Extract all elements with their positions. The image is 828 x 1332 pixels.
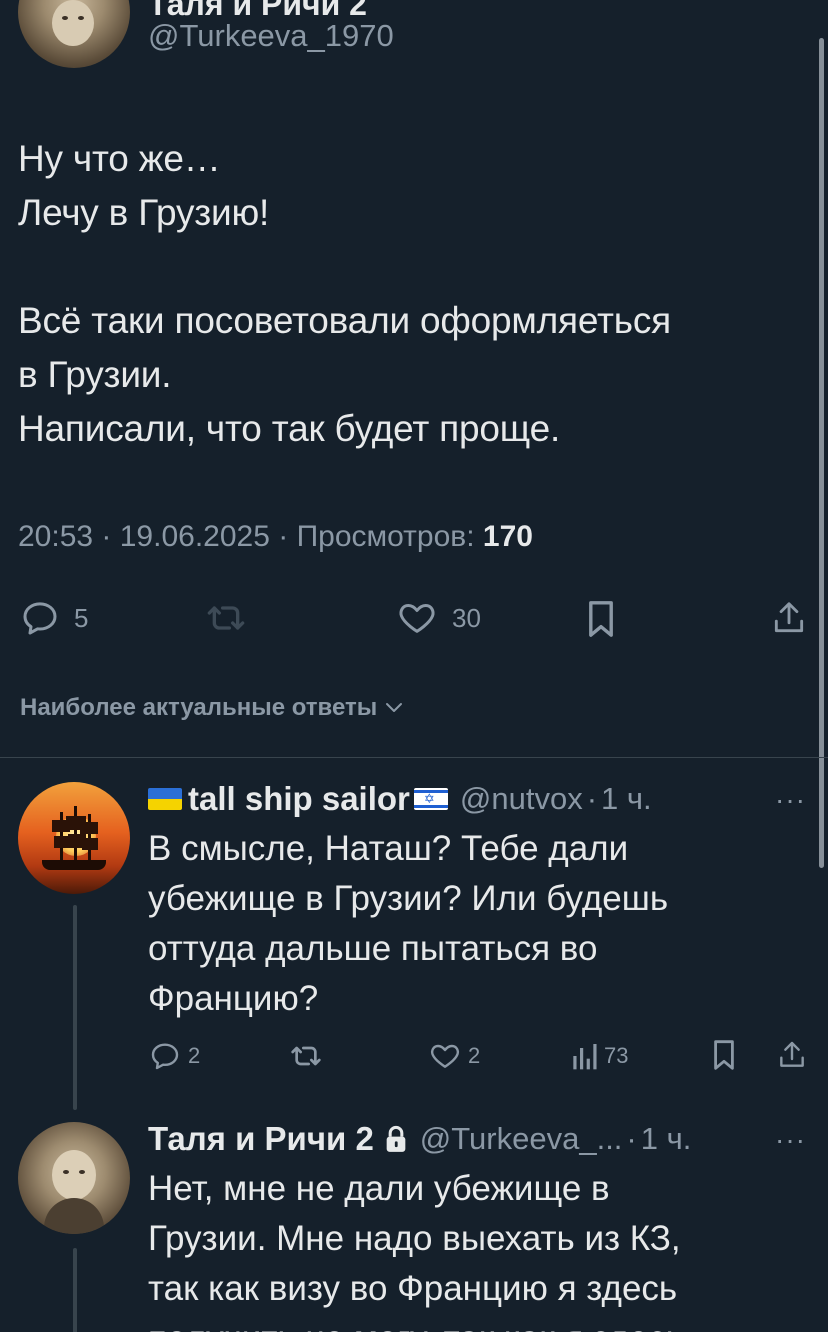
- reply-text-line: В смысле, Наташ? Тебе дали: [148, 829, 629, 868]
- reply-author-name[interactable]: Таля и Ричи 2: [148, 1120, 374, 1158]
- reply-author-handle[interactable]: @nutvox: [460, 781, 583, 817]
- tweet-thread-page: Таля и Ричи 2 @Turkeeva_1970 Ну что же… …: [0, 0, 828, 1332]
- reply-header: tall ship sailor ✡ @nutvox · 1 ч.: [148, 780, 652, 818]
- tweet-text-line: Всё таки посоветовали оформляеться: [18, 300, 671, 341]
- share-icon: [774, 602, 804, 633]
- thread-line: [73, 1248, 77, 1332]
- ukraine-flag-icon: [148, 788, 182, 810]
- more-options-button[interactable]: ···: [775, 784, 806, 816]
- more-options-button[interactable]: ···: [775, 1124, 806, 1156]
- reply-author-handle[interactable]: @Turkeeva_...: [420, 1121, 623, 1157]
- like-button[interactable]: 30: [396, 598, 481, 638]
- meta-separator: ·: [93, 520, 120, 553]
- divider: [0, 757, 828, 758]
- tweet-actions: 5 30: [0, 596, 828, 644]
- reply-text-line: так как визу во Францию я здесь: [148, 1269, 678, 1308]
- tweet-meta: 20:53 · 19.06.2025 · Просмотров: 170: [18, 520, 533, 554]
- reply-count: 2: [188, 1043, 201, 1068]
- retweet-icon: [207, 606, 245, 630]
- reply-button[interactable]: 5: [20, 598, 88, 638]
- reply-text-line: получить не могу, так как я здесь: [148, 1314, 808, 1332]
- share-icon: [780, 1041, 804, 1067]
- retweet-button[interactable]: [202, 598, 250, 638]
- bar-chart-icon: [573, 1044, 597, 1070]
- avatar[interactable]: [18, 782, 130, 894]
- author-handle[interactable]: @Turkeeva_1970: [148, 18, 394, 54]
- chevron-down-icon: [386, 703, 403, 712]
- heart-icon: [399, 604, 435, 633]
- reply-icon: [151, 1043, 179, 1070]
- tweet-text-line: Ну что же…: [18, 138, 221, 179]
- reply-text: В смысле, Наташ? Тебе дали убежище в Гру…: [148, 824, 808, 1024]
- reply-icon: [23, 602, 57, 635]
- views-count: 73: [604, 1043, 629, 1068]
- sort-label: Наиболее актуальные ответы: [20, 694, 378, 721]
- reply-text-line: оттуда дальше пытаться во: [148, 929, 598, 968]
- views-count: 170: [482, 520, 533, 553]
- like-button[interactable]: 2: [428, 1040, 480, 1072]
- lock-icon: [386, 1125, 406, 1152]
- israel-flag-icon: ✡: [413, 788, 448, 810]
- main-tweet-header: Таля и Ричи 2 @Turkeeva_1970: [0, 0, 828, 80]
- reply-text-line: Грузии. Мне надо выехать из КЗ,: [148, 1219, 681, 1258]
- reply-text-line: убежище в Грузии? Или будешь: [148, 879, 669, 918]
- reply-time[interactable]: 1 ч.: [641, 1121, 692, 1157]
- bookmark-button[interactable]: [710, 1038, 738, 1072]
- bookmark-icon: [589, 601, 613, 637]
- like-count: 30: [452, 602, 481, 633]
- reply-button[interactable]: 2: [148, 1040, 200, 1072]
- reply-count: 5: [74, 602, 89, 633]
- like-count: 2: [468, 1043, 481, 1068]
- reply-text: Нет, мне не дали убежище в Грузии. Мне н…: [148, 1164, 808, 1332]
- thread-line: [73, 905, 77, 1110]
- reply-text-line: Нет, мне не дали убежище в: [148, 1169, 610, 1208]
- reply-author-name[interactable]: tall ship sailor: [188, 780, 410, 818]
- avatar[interactable]: [18, 0, 130, 68]
- bookmark-button[interactable]: [584, 598, 618, 640]
- retweet-icon: [291, 1046, 321, 1066]
- tweet-text-line: в Грузии.: [18, 354, 172, 395]
- reply-time[interactable]: 1 ч.: [601, 781, 652, 817]
- scrollbar[interactable]: [819, 38, 824, 868]
- reply-header: Таля и Ричи 2 @Turkeeva_... · 1 ч.: [148, 1120, 692, 1158]
- share-button[interactable]: [770, 598, 808, 638]
- heart-icon: [430, 1044, 460, 1068]
- reply-text-line: Францию?: [148, 979, 319, 1018]
- views-label: Просмотров:: [296, 520, 475, 553]
- tweet-text: Ну что же… Лечу в Грузию! Всё таки посов…: [18, 132, 808, 456]
- replies-sort-dropdown[interactable]: Наиболее актуальные ответы: [20, 694, 405, 722]
- avatar[interactable]: [18, 1122, 130, 1234]
- tweet-text-line: Лечу в Грузию!: [18, 192, 270, 233]
- tweet-text-line: Написали, что так будет проще.: [18, 408, 561, 449]
- views-button[interactable]: 73: [570, 1040, 628, 1072]
- meta-separator: ·: [269, 520, 297, 553]
- tweet-date[interactable]: 19.06.2025: [120, 520, 270, 553]
- share-button[interactable]: [776, 1038, 808, 1072]
- bookmark-icon: [714, 1040, 734, 1070]
- retweet-button[interactable]: [286, 1040, 326, 1072]
- tweet-time[interactable]: 20:53: [18, 520, 93, 553]
